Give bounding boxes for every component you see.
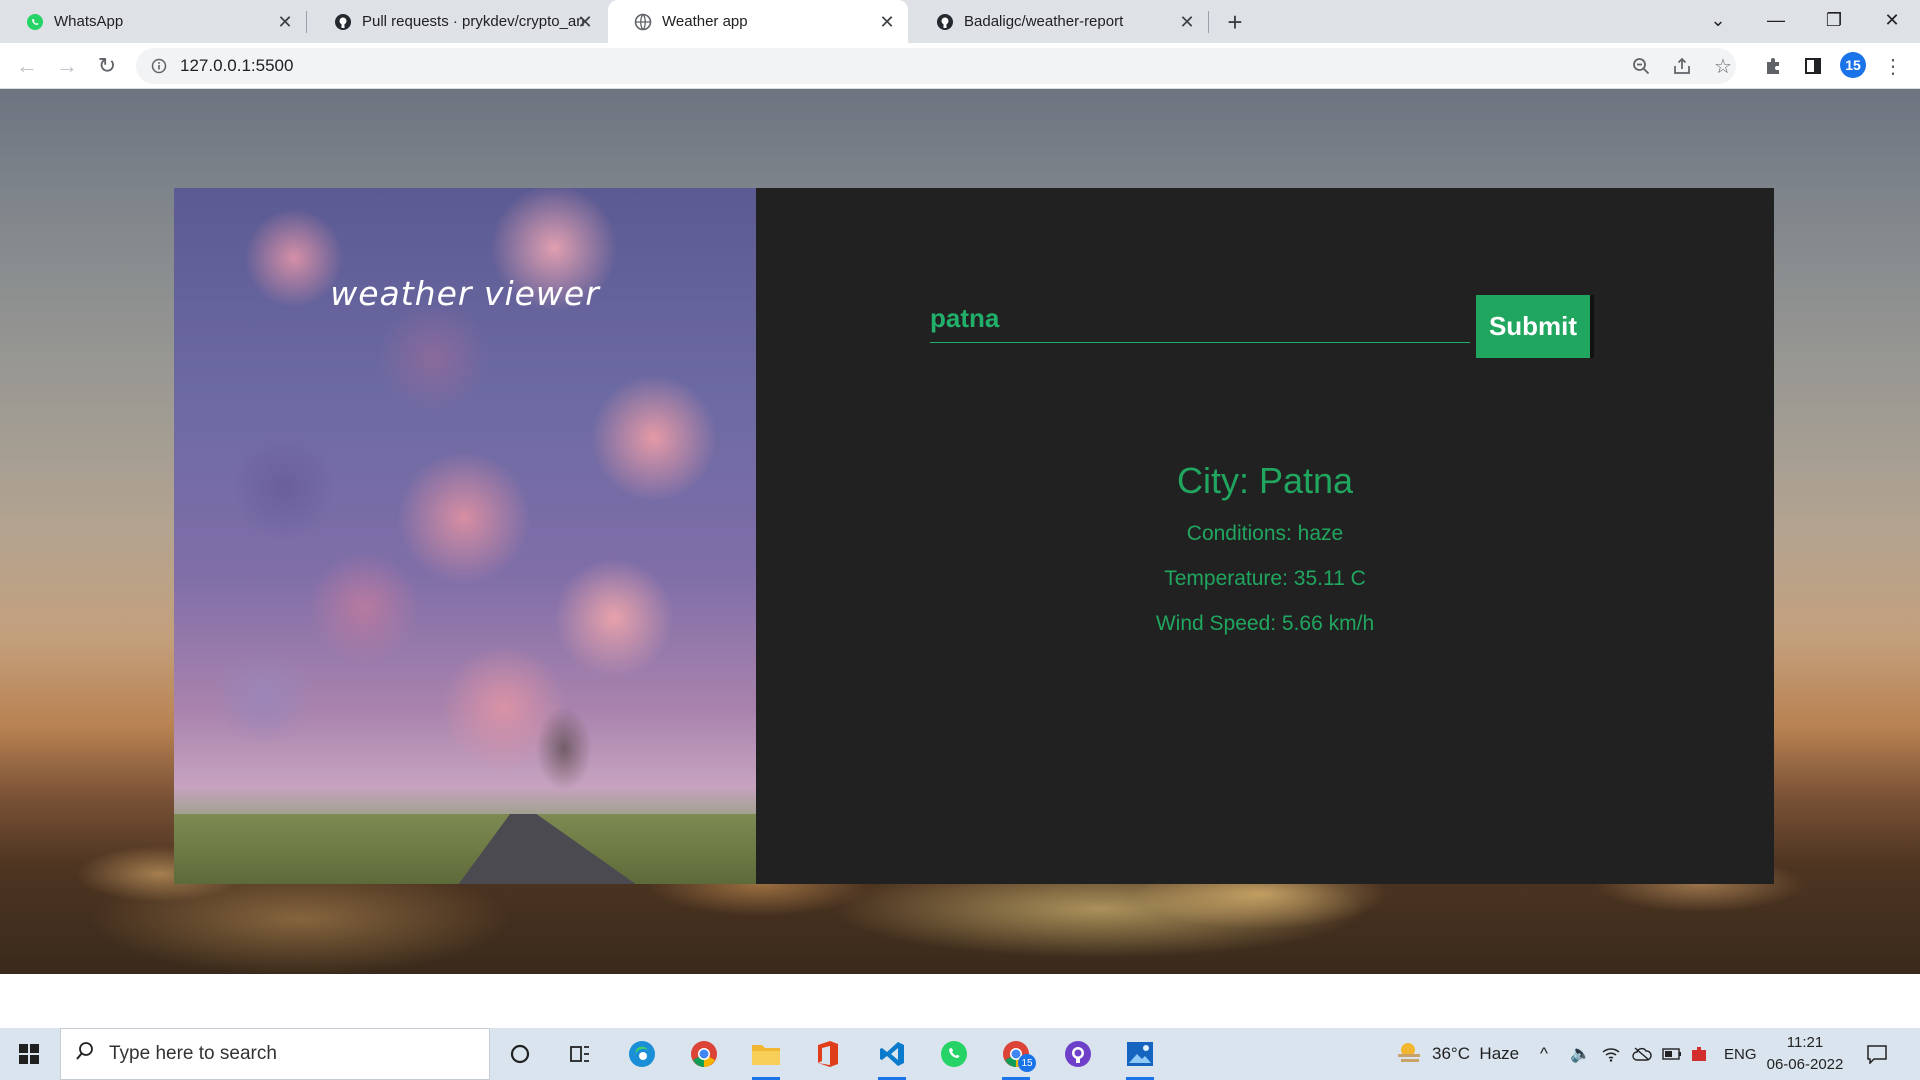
- zoom-out-icon[interactable]: [1626, 51, 1656, 81]
- chrome-icon[interactable]: [684, 1034, 724, 1074]
- close-tab-icon[interactable]: ✕: [1176, 11, 1198, 33]
- page-background: weather viewer Submit City: Patna Condit…: [0, 89, 1920, 974]
- taskbar-search-placeholder: Type here to search: [109, 1043, 277, 1064]
- city-search-input[interactable]: [930, 295, 1470, 343]
- tab-github-pull-requests[interactable]: Pull requests · prykdev/crypto_an ✕: [308, 0, 606, 43]
- whatsapp-icon[interactable]: [934, 1034, 974, 1074]
- weather-panel: Submit City: Patna Conditions: haze Temp…: [756, 188, 1774, 884]
- close-tab-icon[interactable]: ✕: [876, 11, 898, 33]
- browser-toolbar: ← → ↻ 127.0.0.1:5500 ☆ 15 ⋮: [0, 43, 1920, 89]
- tab-title: Pull requests · prykdev/crypto_an: [362, 13, 585, 30]
- tab-title: Weather app: [662, 13, 748, 30]
- haze-sun-icon: [1396, 1041, 1422, 1068]
- taskbar-search-box[interactable]: Type here to search: [60, 1028, 490, 1080]
- chrome-profile-icon[interactable]: 15: [996, 1034, 1036, 1080]
- tab-weather-app[interactable]: Weather app ✕: [608, 0, 908, 43]
- back-arrow-icon[interactable]: ←: [12, 51, 42, 81]
- side-panel-icon[interactable]: [1798, 51, 1828, 81]
- forward-arrow-icon[interactable]: →: [52, 51, 82, 81]
- restore-icon[interactable]: ❐: [1806, 0, 1862, 40]
- search-icon: [75, 1041, 95, 1067]
- office-icon[interactable]: [808, 1034, 848, 1074]
- bookmark-star-icon[interactable]: ☆: [1708, 51, 1738, 81]
- weather-card: weather viewer Submit City: Patna Condit…: [174, 188, 1774, 884]
- chrome-profile-badge: 15: [1018, 1054, 1036, 1072]
- tab-whatsapp[interactable]: WhatsApp ✕: [0, 0, 306, 43]
- url-text: 127.0.0.1:5500: [180, 56, 294, 75]
- clock-time: 11:21: [1786, 1034, 1824, 1051]
- menu-kebab-icon[interactable]: ⋮: [1878, 51, 1908, 81]
- reload-icon[interactable]: ↻: [92, 51, 122, 81]
- vscode-icon[interactable]: [872, 1034, 912, 1080]
- action-center-icon[interactable]: [1866, 1028, 1888, 1080]
- windows-start-icon[interactable]: [0, 1028, 58, 1080]
- close-tab-icon[interactable]: ✕: [574, 11, 596, 33]
- conditions-text: Conditions: haze: [1186, 522, 1344, 545]
- storm-clouds-image: weather viewer: [174, 188, 756, 884]
- minimize-icon[interactable]: —: [1748, 0, 1804, 40]
- taskbar-clock[interactable]: 11:21 06-06-2022: [1760, 1032, 1850, 1076]
- close-tab-icon[interactable]: ✕: [274, 11, 296, 33]
- app-title: weather viewer: [330, 274, 600, 313]
- github-icon: [334, 13, 352, 31]
- address-bar[interactable]: 127.0.0.1:5500: [136, 48, 1736, 84]
- show-hidden-icons-chevron-up-icon[interactable]: ^: [1540, 1028, 1548, 1080]
- file-explorer-icon[interactable]: [746, 1034, 786, 1080]
- tab-search-chevron-down-icon[interactable]: ⌄: [1690, 0, 1746, 40]
- github-desktop-icon[interactable]: [1058, 1034, 1098, 1074]
- windows-taskbar: Type here to search 15 36°C Haze ^ 🔈 ENG…: [0, 1028, 1920, 1080]
- close-window-icon[interactable]: ✕: [1864, 0, 1920, 40]
- city-name: City: Patna: [1176, 460, 1354, 501]
- temperature-text: Temperature: 35.11 C: [1164, 567, 1366, 590]
- volume-icon[interactable]: 🔈: [1570, 1028, 1591, 1080]
- extensions-puzzle-icon[interactable]: [1758, 51, 1788, 81]
- browser-tab-strip: WhatsApp ✕ Pull requests · prykdev/crypt…: [0, 0, 1920, 43]
- profile-avatar[interactable]: 15: [1840, 52, 1866, 78]
- battery-icon[interactable]: [1662, 1028, 1682, 1080]
- taskbar-weather[interactable]: 36°C Haze: [1396, 1028, 1519, 1080]
- tab-title: WhatsApp: [54, 13, 124, 30]
- cortana-icon[interactable]: [500, 1034, 540, 1074]
- photos-icon[interactable]: [1120, 1034, 1160, 1080]
- whatsapp-icon: [26, 13, 44, 31]
- field-ground: [174, 814, 756, 884]
- clock-date: 06-06-2022: [1766, 1056, 1844, 1073]
- tab-github-weather-report[interactable]: Badaligc/weather-report ✕: [910, 0, 1208, 43]
- language-indicator[interactable]: ENG: [1724, 1028, 1757, 1080]
- tab-divider: [306, 11, 307, 33]
- wifi-icon[interactable]: [1602, 1028, 1620, 1080]
- notification-app-icon[interactable]: [1690, 1028, 1708, 1080]
- edge-browser-icon[interactable]: [622, 1034, 662, 1074]
- submit-button[interactable]: Submit: [1476, 295, 1594, 358]
- onedrive-cloud-icon[interactable]: [1632, 1028, 1652, 1080]
- globe-icon: [634, 13, 652, 31]
- tab-title: Badaligc/weather-report: [964, 13, 1124, 30]
- new-tab-button[interactable]: +: [1220, 7, 1250, 37]
- task-view-icon[interactable]: [560, 1034, 600, 1074]
- wind-speed-text: Wind Speed: 5.66 km/h: [1155, 612, 1375, 635]
- github-icon: [936, 13, 954, 31]
- trees: [514, 689, 624, 829]
- site-info-icon[interactable]: [150, 57, 168, 75]
- share-icon[interactable]: [1667, 51, 1697, 81]
- tab-divider: [1208, 11, 1209, 33]
- taskbar-weather-text: 36°C Haze: [1432, 1044, 1520, 1063]
